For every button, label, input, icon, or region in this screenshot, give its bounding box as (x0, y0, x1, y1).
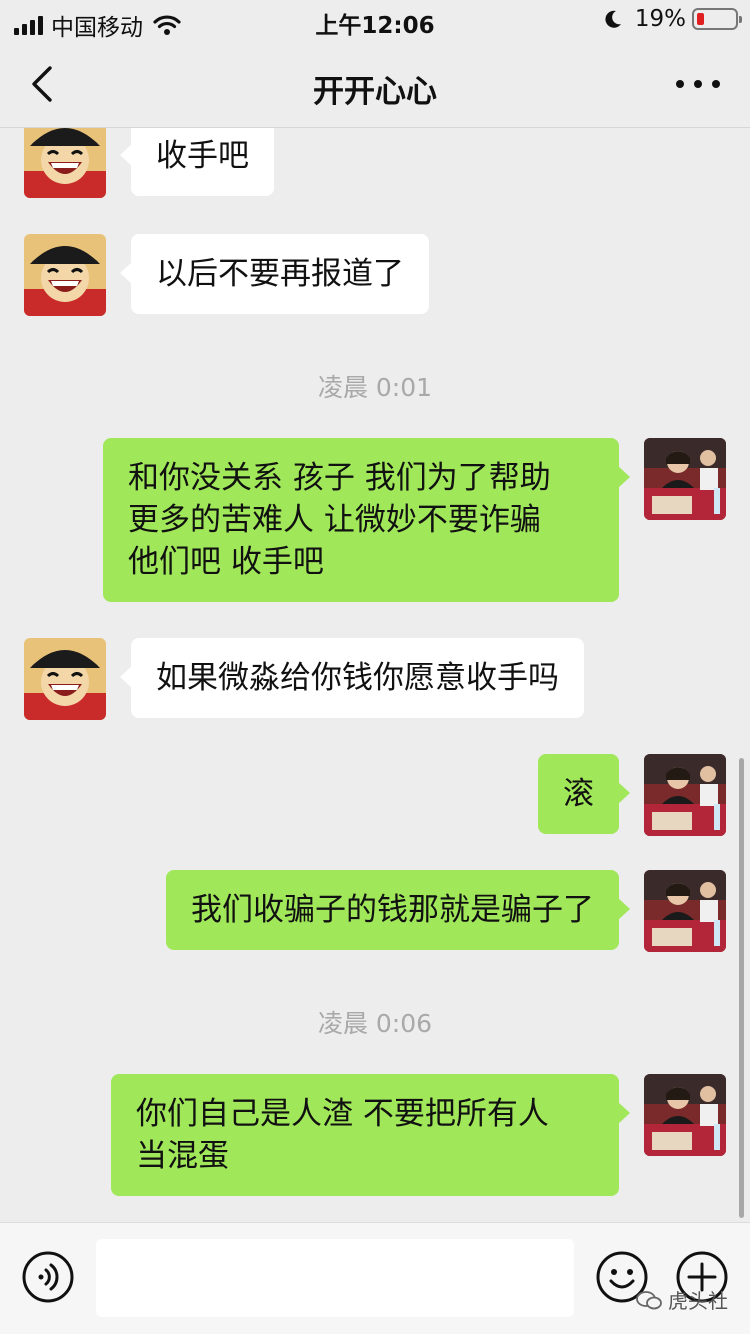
photo-avatar[interactable] (644, 438, 726, 520)
message-bubble[interactable]: 收手吧 (120, 128, 274, 196)
watermark: 虎头社 (636, 1285, 728, 1314)
wifi-icon (153, 15, 181, 35)
message-bubble[interactable]: 我们收骗子的钱那就是骗子了 (166, 870, 630, 950)
moon-icon (605, 10, 621, 28)
timestamp: 凌晨 0:01 (317, 373, 433, 402)
more-dots-icon[interactable] (676, 74, 720, 94)
timestamp: 凌晨 0:06 (317, 1009, 433, 1038)
message-bubble[interactable]: 你们自己是人渣 不要把所有人 当混蛋 (111, 1074, 630, 1196)
battery-icon (692, 8, 742, 30)
chat-title: 开开心心 (313, 74, 437, 110)
wechat-logo-icon (636, 1290, 662, 1309)
photo-avatar[interactable] (644, 754, 726, 836)
carrier-label: 中国移动 (51, 15, 143, 41)
watermark-label: 虎头社 (668, 1289, 728, 1313)
photo-avatar[interactable] (644, 1074, 726, 1156)
status-bar: 中国移动 上午12:06 19% (0, 0, 750, 41)
message-input[interactable] (96, 1239, 574, 1317)
message-bubble[interactable]: 滚 (538, 754, 630, 834)
cartoon-avatar[interactable] (24, 638, 106, 720)
chat-area[interactable]: 收手吧 以后不要再报道了 凌晨 0:01 和你没关系 孩子 我们为了帮助 更多的… (0, 128, 750, 1222)
photo-avatar[interactable] (644, 870, 726, 952)
message-bubble[interactable]: 以后不要再报道了 (120, 234, 429, 314)
battery-level (697, 13, 704, 25)
scrollbar[interactable] (739, 758, 744, 1218)
nav-bar: 开开心心 (0, 40, 750, 128)
cartoon-avatar[interactable] (24, 128, 106, 198)
voice-icon[interactable] (22, 1251, 74, 1303)
message-bubble[interactable]: 如果微淼给你钱你愿意收手吗 (120, 638, 584, 718)
message-bubble[interactable]: 和你没关系 孩子 我们为了帮助 更多的苦难人 让微妙不要诈骗 他们吧 收手吧 (103, 438, 630, 602)
battery-percent: 19% (634, 6, 686, 32)
signal-icon (14, 15, 43, 35)
input-bar: 虎头社 (0, 1222, 750, 1334)
cartoon-avatar[interactable] (24, 234, 106, 316)
chevron-left-icon[interactable] (24, 62, 64, 106)
